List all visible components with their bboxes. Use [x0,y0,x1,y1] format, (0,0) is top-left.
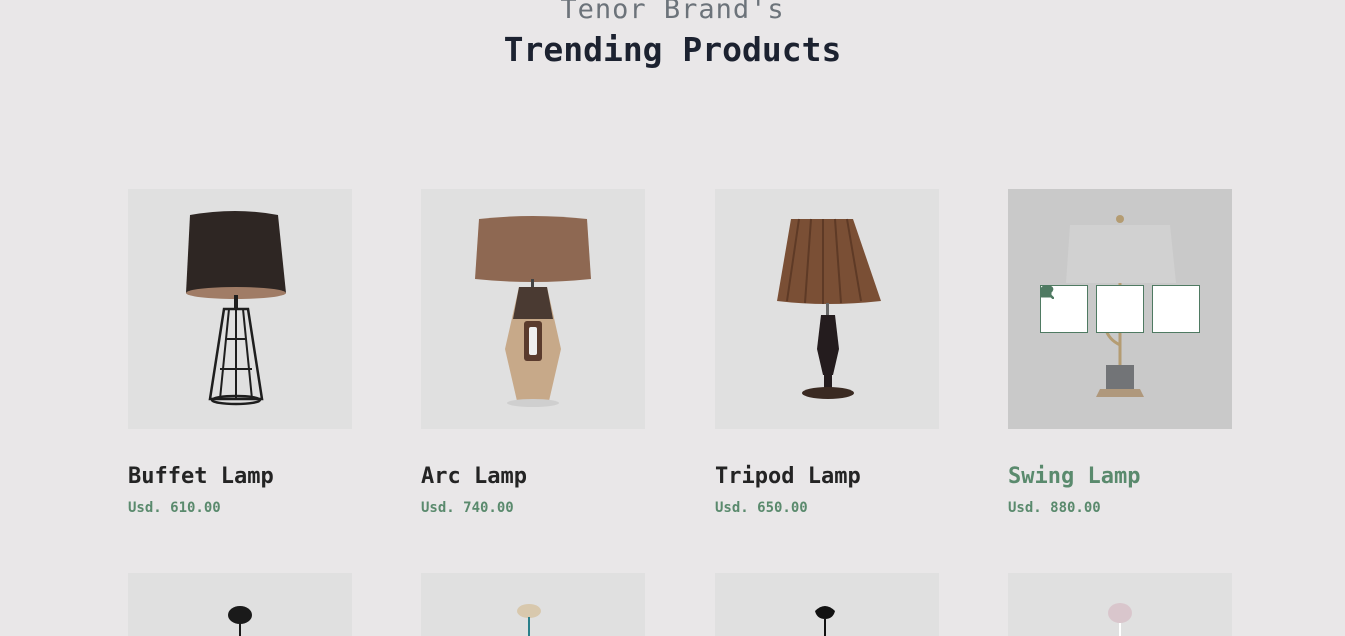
pendant-lamp-image [228,606,252,636]
product-actions [1040,285,1200,333]
pendant-lamp-image [1108,603,1132,636]
product-price: Usd. 610.00 [128,500,221,516]
product-card[interactable]: Swing Lamp Usd. 880.00 [1008,189,1232,517]
product-image[interactable] [421,189,645,429]
product-name[interactable]: Swing Lamp [1008,463,1232,491]
section-title: Trending Products [503,30,842,69]
product-price: Usd. 880.00 [1008,500,1101,516]
product-price: Usd. 740.00 [421,500,514,516]
product-name[interactable]: Buffet Lamp [128,463,352,491]
pendant-lamp-image [815,606,835,636]
product-card[interactable] [421,573,645,636]
product-name[interactable]: Tripod Lamp [715,463,939,491]
section-subtitle: Tenor Brand's [560,0,785,25]
product-card[interactable] [1008,573,1232,636]
product-card[interactable]: Arc Lamp Usd. 740.00 [421,189,645,517]
product-image[interactable] [128,189,352,429]
product-image[interactable] [715,573,939,636]
product-card[interactable] [128,573,352,636]
product-image[interactable] [128,573,352,636]
product-image[interactable] [421,573,645,636]
pendant-lamp-image [517,604,541,636]
wishlist-button[interactable] [1040,285,1144,333]
product-card[interactable] [715,573,939,636]
arc-lamp-image [475,216,591,407]
product-price: Usd. 650.00 [715,500,808,516]
buffet-lamp-image [186,211,286,406]
product-card[interactable]: Buffet Lamp Usd. 610.00 [128,189,352,517]
add-to-cart-button[interactable] [1040,285,1200,333]
product-image[interactable] [715,189,939,429]
product-image[interactable] [1008,573,1232,636]
bag-icon [1040,285,1052,298]
product-name[interactable]: Arc Lamp [421,463,645,491]
tripod-lamp-image [777,218,881,399]
product-image[interactable] [1008,189,1232,429]
product-card[interactable]: Tripod Lamp Usd. 650.00 [715,189,939,517]
